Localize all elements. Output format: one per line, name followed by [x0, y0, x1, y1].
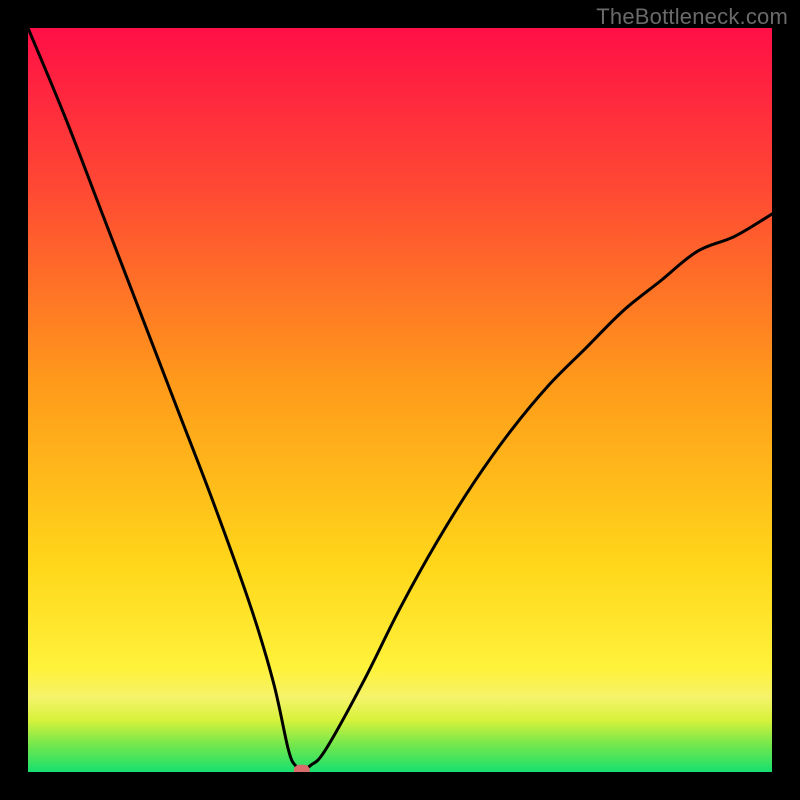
- bottleneck-chart: [28, 28, 772, 772]
- watermark-text: TheBottleneck.com: [596, 4, 788, 30]
- chart-container: TheBottleneck.com: [0, 0, 800, 800]
- gradient-background: [28, 28, 772, 772]
